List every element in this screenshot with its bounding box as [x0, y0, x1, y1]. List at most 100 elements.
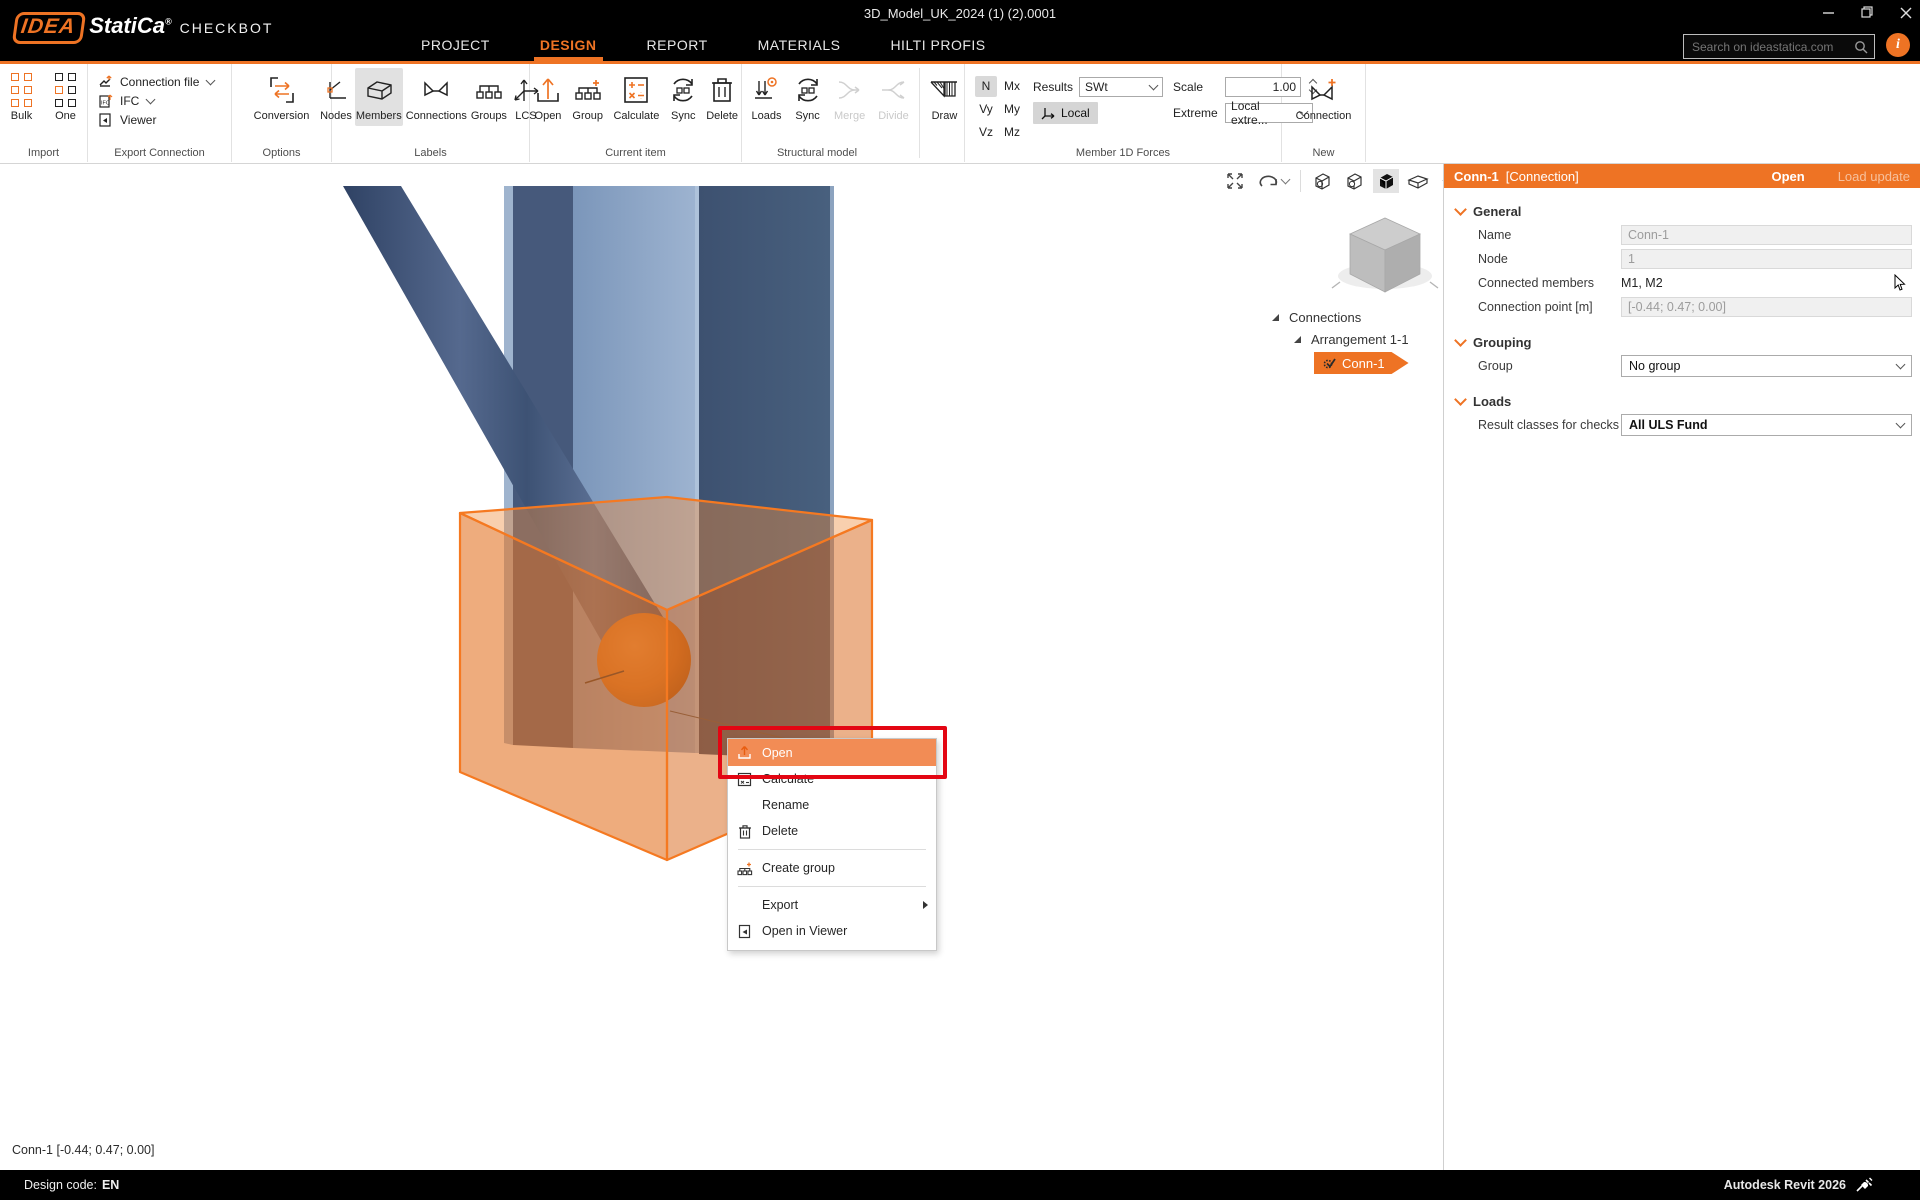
group-dropdown[interactable]: No group — [1621, 355, 1912, 377]
field-connection-point: Connection point [m] [-0.44; 0.47; 0.00] — [1478, 295, 1912, 319]
field-connected-members: Connected members M1, M2 — [1478, 271, 1912, 295]
local-axes-icon — [1041, 106, 1056, 120]
trash-icon — [738, 824, 752, 839]
context-menu-item-create-group[interactable]: Create group — [728, 855, 936, 881]
section-grouping[interactable]: Grouping — [1456, 335, 1920, 350]
connection-file-icon — [98, 74, 114, 90]
tree-item-arrangement[interactable]: Arrangement 1-1 — [1294, 328, 1409, 350]
ribbon-group-export-connection: Connection file IFC IFC Viewer Export Co… — [88, 64, 232, 162]
viewport-selection-label: Conn-1 [-0.44; 0.47; 0.00] — [12, 1143, 154, 1157]
zoom-fit-button[interactable] — [1222, 169, 1248, 193]
one-button[interactable]: One — [45, 68, 87, 126]
force-toggle-n[interactable]: N — [975, 76, 997, 97]
sync-icon — [668, 72, 698, 108]
context-menu-item-rename[interactable]: Rename — [728, 792, 936, 818]
viewport-3d[interactable]: Connections Arrangement 1-1 Conn-1 Open … — [0, 164, 1443, 1170]
context-menu-item-open-in-viewer[interactable]: Open in Viewer — [728, 918, 936, 944]
field-node: Node 1 — [1478, 247, 1912, 271]
panel-open-button[interactable]: Open — [1771, 169, 1830, 184]
tab-design[interactable]: DESIGN — [534, 29, 603, 61]
calculate-icon — [621, 72, 651, 108]
ribbon-group-import: Bulk One Import — [0, 64, 88, 162]
scale-label: Scale — [1173, 80, 1219, 94]
info-button[interactable]: i — [1886, 33, 1910, 57]
ribbon-group-member-1d-forces: N Mx Vy My Vz Mz Results SWt — [965, 64, 1282, 162]
force-toggle-vz[interactable]: Vz — [975, 122, 997, 143]
groups-icon — [475, 72, 503, 108]
tree-expand-icon[interactable] — [1272, 314, 1279, 321]
sync-current-button[interactable]: Sync — [665, 68, 701, 126]
force-toggle-mx[interactable]: Mx — [1001, 76, 1023, 97]
panel-load-update-button[interactable]: Load update — [1838, 169, 1910, 184]
results-dropdown[interactable]: SWt — [1079, 77, 1163, 97]
nodes-toggle[interactable]: Nodes — [319, 68, 353, 126]
close-icon[interactable] — [1900, 7, 1912, 19]
solid-view-button[interactable] — [1373, 169, 1399, 193]
group-button[interactable]: Group — [568, 68, 608, 126]
tree-expand-icon[interactable] — [1294, 336, 1301, 343]
section-general[interactable]: General — [1456, 204, 1920, 219]
section-view-button[interactable] — [1405, 169, 1431, 193]
rotate-view-button[interactable] — [1254, 169, 1292, 193]
loads-button[interactable]: Loads — [746, 68, 787, 158]
tree-item-conn-1-selected[interactable]: Conn-1 — [1314, 352, 1409, 374]
section-loads[interactable]: Loads — [1456, 394, 1920, 409]
members-icon — [363, 72, 395, 108]
connections-toggle[interactable]: Connections — [405, 68, 468, 126]
context-menu-item-export[interactable]: Export — [728, 892, 936, 918]
model-tree: Connections Arrangement 1-1 Conn-1 — [1272, 306, 1409, 374]
calculate-button[interactable]: Calculate — [609, 68, 663, 126]
open-button[interactable]: Open — [530, 68, 566, 126]
sync-structural-button[interactable]: Sync — [789, 68, 826, 158]
force-toggle-mz[interactable]: Mz — [1001, 122, 1023, 143]
draw-button[interactable]: Draw — [925, 68, 964, 158]
force-toggle-my[interactable]: My — [1001, 99, 1023, 120]
collapse-chevron-icon — [1454, 393, 1467, 406]
groups-toggle[interactable]: Groups — [470, 68, 508, 126]
new-connection-icon — [1307, 72, 1341, 108]
tab-hilti-profis[interactable]: HILTI PROFIS — [884, 29, 991, 61]
search-input[interactable] — [1690, 39, 1854, 55]
connection-gear-check-icon — [1322, 356, 1337, 370]
tab-project[interactable]: PROJECT — [415, 29, 496, 61]
search-box[interactable] — [1683, 34, 1875, 59]
ifc-button[interactable]: IFC IFC — [98, 93, 231, 109]
force-toggle-vy[interactable]: Vy — [975, 99, 997, 120]
result-classes-dropdown[interactable]: All ULS Fund — [1621, 414, 1912, 436]
panel-type: [Connection] — [1506, 169, 1579, 184]
title-bar: 3D_Model_UK_2024 (1) (2).0001 IDEA Stati… — [0, 0, 1920, 64]
delete-button[interactable]: Delete — [703, 68, 741, 126]
tab-materials[interactable]: MATERIALS — [752, 29, 847, 61]
chevron-down-icon — [1149, 80, 1159, 90]
bulk-button[interactable]: Bulk — [1, 68, 43, 126]
menu-separator — [738, 849, 926, 850]
panel-header: Conn-1 [Connection] Open Load update — [1444, 164, 1920, 188]
connection-file-button[interactable]: Connection file — [98, 74, 231, 90]
members-toggle[interactable]: Members — [355, 68, 403, 126]
navigation-cube[interactable] — [1330, 204, 1440, 309]
field-result-classes: Result classes for checks All ULS Fund — [1478, 413, 1912, 437]
nodes-icon — [322, 72, 350, 108]
local-toggle[interactable]: Local — [1033, 102, 1098, 124]
viewport-toolbar — [1222, 168, 1463, 194]
wireframe-view-button[interactable] — [1309, 169, 1335, 193]
context-menu-item-delete[interactable]: Delete — [728, 818, 936, 844]
status-bar: Design code: EN Autodesk Revit 2026 — [0, 1170, 1920, 1200]
new-connection-button[interactable]: Connection — [1287, 68, 1361, 126]
viewer-button[interactable]: Viewer — [98, 112, 231, 128]
hidden-line-view-button[interactable] — [1341, 169, 1367, 193]
ribbon-group-current-item: Open Group Calculate — [530, 64, 742, 162]
ifc-file-icon: IFC — [98, 93, 114, 109]
tab-report[interactable]: REPORT — [641, 29, 714, 61]
plugin-plug-icon — [1854, 1176, 1874, 1194]
connected-members-value: M1, M2 — [1621, 276, 1893, 290]
extreme-label: Extreme — [1173, 106, 1219, 120]
minimize-icon[interactable] — [1823, 7, 1835, 19]
restore-icon[interactable] — [1861, 6, 1874, 19]
conversion-button[interactable]: Conversion — [248, 68, 316, 126]
checkbot-label: CHECKBOT — [180, 20, 274, 36]
section-box-icon — [1407, 172, 1429, 190]
trash-icon — [709, 72, 735, 108]
ribbon-group-labels: Nodes Members Connections — [332, 64, 530, 162]
tree-item-connections[interactable]: Connections — [1272, 306, 1409, 328]
